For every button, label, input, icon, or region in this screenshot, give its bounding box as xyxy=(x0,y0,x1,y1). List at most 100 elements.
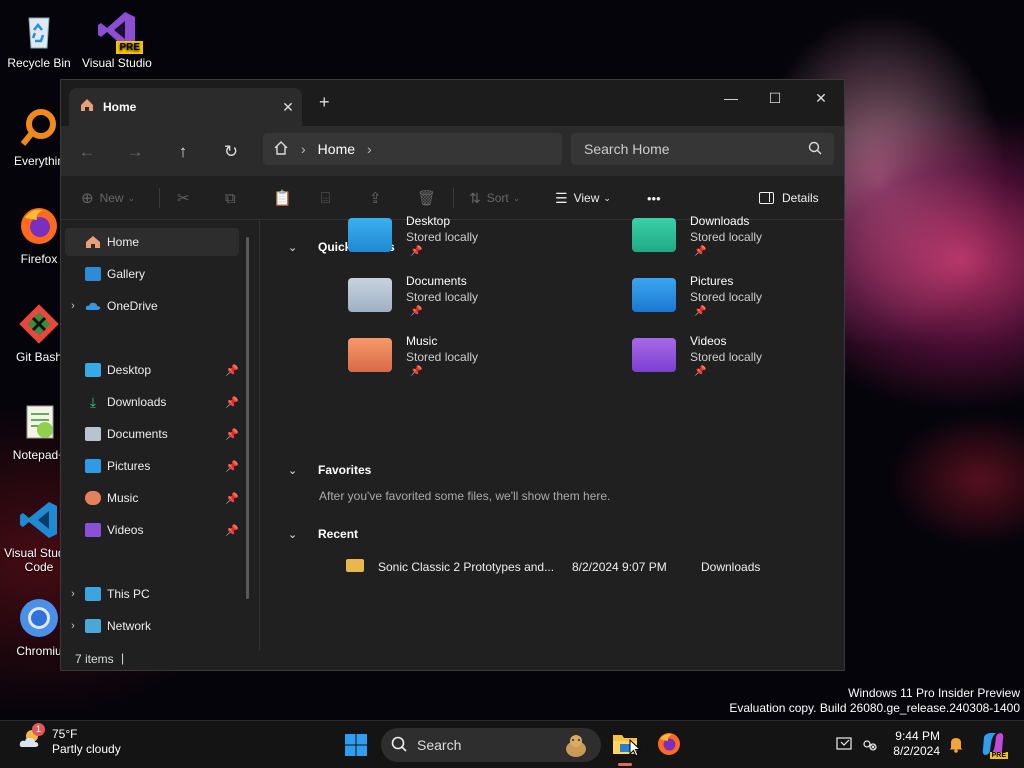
new-button[interactable]: ⊕ New ⌄ xyxy=(81,186,135,210)
windows-start-icon[interactable] xyxy=(344,733,368,757)
desktop-folder-icon xyxy=(85,363,101,377)
downloads-arrow-icon: ⤓ xyxy=(89,394,97,410)
sidebar-item-gallery[interactable]: Gallery xyxy=(65,260,239,288)
desktop-icon-recycle-bin[interactable]: Recycle Bin xyxy=(4,8,74,70)
notepad-plus-plus-icon xyxy=(17,400,61,444)
sort-icon: ⇅ xyxy=(469,189,481,206)
back-arrow-icon[interactable]: ← xyxy=(73,138,101,166)
details-button[interactable]: Details xyxy=(759,186,819,210)
breadcrumb-home[interactable]: Home xyxy=(318,141,355,157)
recent-file-row[interactable]: Sonic Classic 2 Prototypes and... 8/2/202… xyxy=(346,558,786,576)
chevron-right-icon[interactable]: › xyxy=(65,588,81,600)
forward-arrow-icon[interactable]: → xyxy=(121,138,149,166)
desktop-icon-visual-studio[interactable]: PRE Visual Studio 2022 Previ... xyxy=(82,8,152,70)
folder-location: Stored locally xyxy=(690,230,763,244)
navigation-scrollbar[interactable] xyxy=(246,237,249,599)
pin-icon: 📌 xyxy=(410,246,423,257)
minimize-button[interactable]: — xyxy=(708,84,754,112)
vscode-icon xyxy=(17,498,61,542)
recent-header[interactable]: ⌄ Recent xyxy=(288,527,358,541)
up-arrow-icon[interactable]: ↑ xyxy=(169,138,197,166)
folder-location: Stored locally xyxy=(406,230,479,244)
videos-folder-icon xyxy=(632,338,676,372)
recent-file-name: Sonic Classic 2 Prototypes and... xyxy=(378,560,555,574)
sort-button[interactable]: ⇅ Sort ⌄ xyxy=(469,186,520,210)
chevron-right-icon[interactable]: › xyxy=(65,620,81,632)
firefox-taskbar-icon[interactable] xyxy=(656,731,682,757)
music-icon xyxy=(85,491,101,505)
share-icon[interactable]: ⇪ xyxy=(369,186,382,210)
everything-search-icon xyxy=(17,106,61,150)
view-button[interactable]: ☰ View ⌄ xyxy=(555,186,611,210)
sidebar-item-this-pc[interactable]: › This PC xyxy=(65,580,239,608)
pin-icon: 📌 xyxy=(694,366,707,377)
search-input[interactable]: Search Home xyxy=(571,133,834,165)
quick-access-documents[interactable]: Documents Stored locally 📌 xyxy=(348,274,588,330)
git-bash-icon xyxy=(17,302,61,346)
delete-icon[interactable]: 🗑 xyxy=(417,186,436,210)
pictures-icon xyxy=(85,459,101,473)
search-placeholder: Search Home xyxy=(584,141,670,157)
sidebar-item-home[interactable]: Home xyxy=(65,228,239,256)
folder-name: Desktop xyxy=(406,214,451,228)
sidebar-item-onedrive[interactable]: › OneDrive xyxy=(65,292,239,320)
sidebar-item-music[interactable]: Music 📌 xyxy=(65,484,239,512)
visual-studio-icon: PRE xyxy=(95,8,143,54)
favorites-header[interactable]: ⌄ Favorites xyxy=(288,463,371,477)
pre-badge: PRE xyxy=(116,41,143,54)
weather-alert-badge: 1 xyxy=(32,723,45,736)
quick-access-pictures[interactable]: Pictures Stored locally 📌 xyxy=(632,274,844,330)
pin-icon: 📌 xyxy=(225,492,239,505)
quick-access-downloads[interactable]: Downloads Stored locally 📌 xyxy=(632,214,844,270)
close-window-button[interactable]: ✕ xyxy=(798,84,844,112)
recycle-bin-icon xyxy=(17,8,61,52)
copilot-icon[interactable]: PRE xyxy=(980,731,1008,759)
toolbar-divider xyxy=(453,188,454,208)
rename-icon[interactable]: ⌸ xyxy=(321,186,330,210)
network-disconnected-icon[interactable] xyxy=(861,736,877,752)
maximize-button[interactable]: ☐ xyxy=(752,84,798,112)
quick-access-videos[interactable]: Videos Stored locally 📌 xyxy=(632,334,844,390)
item-count: 7 items xyxy=(75,652,114,666)
desktop-folder-icon xyxy=(348,218,392,252)
tab-home[interactable]: Home ✕ xyxy=(69,88,302,126)
search-highlight-icon xyxy=(561,731,591,759)
pictures-folder-icon xyxy=(632,278,676,312)
quick-access-desktop[interactable]: Desktop Stored locally 📌 xyxy=(348,214,588,270)
tab-close-button[interactable]: ✕ xyxy=(274,99,302,116)
more-options-button[interactable]: ••• xyxy=(647,186,661,210)
breadcrumb[interactable]: › Home › xyxy=(263,133,562,165)
pin-icon: 📌 xyxy=(225,364,239,377)
copy-icon[interactable]: ⧉ xyxy=(225,186,236,210)
taskbar-search[interactable]: Search xyxy=(381,728,601,762)
paste-icon[interactable]: 📋 xyxy=(273,186,292,210)
language-icon[interactable] xyxy=(836,736,852,752)
title-bar[interactable]: Home ✕ + — ☐ ✕ xyxy=(61,80,844,126)
windows-watermark: Windows 11 Pro Insider Preview Evaluatio… xyxy=(729,686,1020,715)
weather-widget[interactable]: 1 75°F Partly cloudy xyxy=(18,723,121,757)
sidebar-item-videos[interactable]: Videos 📌 xyxy=(65,516,239,544)
cut-icon[interactable]: ✂ xyxy=(177,186,190,210)
new-tab-button[interactable]: + xyxy=(319,92,330,113)
breadcrumb-expand-chevron-icon[interactable]: › xyxy=(367,141,372,157)
sidebar-item-documents[interactable]: Documents 📌 xyxy=(65,420,239,448)
refresh-icon[interactable]: ↻ xyxy=(217,138,245,166)
quick-access-music[interactable]: Music Stored locally 📌 xyxy=(348,334,588,390)
network-icon xyxy=(85,619,101,633)
search-icon xyxy=(808,141,822,158)
folder-location: Stored locally xyxy=(406,290,479,304)
breadcrumb-chevron-icon: › xyxy=(301,141,306,157)
sidebar-item-network[interactable]: › Network xyxy=(65,612,239,640)
notification-bell-icon[interactable] xyxy=(948,735,964,753)
favorites-empty-message: After you've favorited some files, we'll… xyxy=(319,489,611,503)
sidebar-item-desktop[interactable]: Desktop 📌 xyxy=(65,356,239,384)
mouse-cursor-icon xyxy=(629,738,642,762)
chevron-right-icon[interactable]: › xyxy=(65,300,81,312)
sidebar-item-downloads[interactable]: ⤓ Downloads 📌 xyxy=(65,388,239,416)
file-explorer-window: Home ✕ + — ☐ ✕ ← → ↑ ↻ › Home › Search H… xyxy=(60,79,845,671)
documents-folder-icon xyxy=(348,278,392,312)
clock[interactable]: 9:44 PM 8/2/2024 xyxy=(893,729,940,759)
tab-title: Home xyxy=(103,100,137,114)
recent-file-location: Downloads xyxy=(701,560,761,574)
sidebar-item-pictures[interactable]: Pictures 📌 xyxy=(65,452,239,480)
